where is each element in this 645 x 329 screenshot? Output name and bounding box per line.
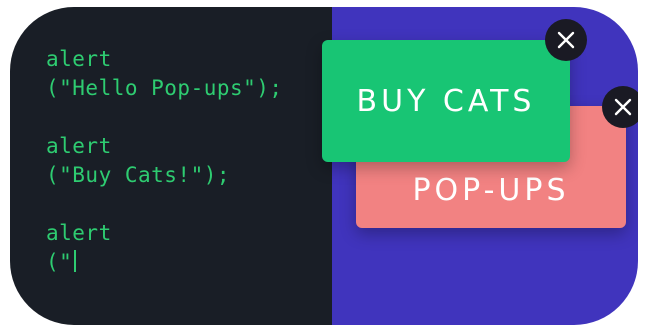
popup-panel: POP-UPS BUY CATS	[322, 7, 638, 325]
popup-buy-cats: BUY CATS	[322, 40, 570, 162]
code-line-active: ("	[46, 248, 283, 277]
close-pop-ups-button[interactable]	[602, 86, 638, 128]
code-editor-panel: alert ("Hello Pop-ups"); alert ("Buy Cat…	[10, 7, 332, 325]
code-line: ("Hello Pop-ups");	[46, 76, 283, 100]
popup-label: POP-UPS	[412, 172, 570, 208]
text-cursor	[74, 250, 77, 272]
popup-label: BUY CATS	[356, 83, 536, 119]
close-buy-cats-button[interactable]	[545, 19, 587, 61]
close-icon	[557, 31, 575, 49]
code-line: ("Buy Cats!");	[46, 163, 231, 187]
code-line: alert	[46, 47, 112, 71]
code-text: ("	[46, 250, 73, 274]
code-line: alert	[46, 134, 112, 158]
code-block: alert ("Hello Pop-ups"); alert ("Buy Cat…	[46, 45, 283, 277]
illustration-card: alert ("Hello Pop-ups"); alert ("Buy Cat…	[10, 7, 638, 325]
code-line: alert	[46, 221, 112, 245]
close-icon	[614, 98, 632, 116]
